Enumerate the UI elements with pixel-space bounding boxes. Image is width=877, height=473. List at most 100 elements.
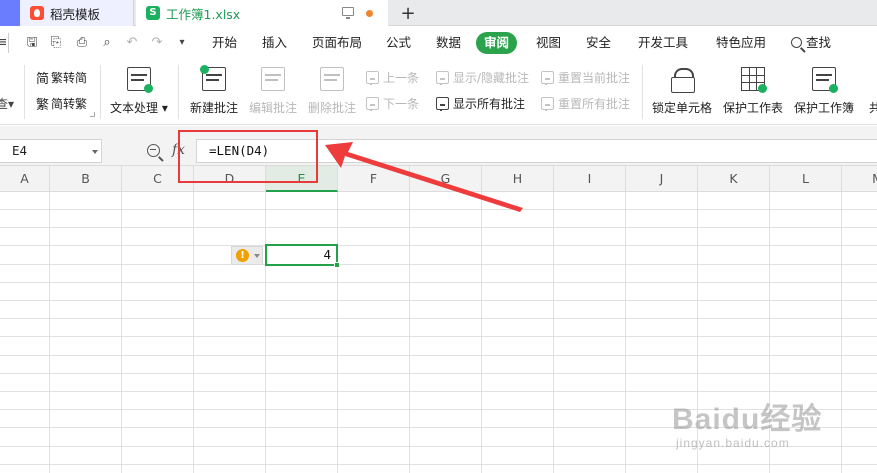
chevron-down-icon [254, 254, 260, 258]
tab-docer-label: 稻壳模板 [50, 6, 101, 22]
formula-bar: E4 fx =LEN(D4) [0, 136, 877, 166]
tab-workbook[interactable]: S 工作簿1.xlsx [136, 0, 388, 26]
group-expand-icon[interactable] [90, 112, 95, 117]
print-icon[interactable]: ⎙ [74, 35, 90, 51]
column-header-l[interactable]: L [770, 166, 842, 192]
column-header-g[interactable]: G [410, 166, 482, 192]
column-header-m[interactable]: M [842, 166, 877, 192]
menu-page-layout[interactable]: 页面布局 [312, 27, 362, 59]
grid-row-line [0, 300, 877, 301]
active-cell-e4[interactable]: 4 [265, 244, 338, 266]
new-comment-label: 新建批注 [190, 101, 239, 115]
previous-comment-button[interactable]: 上一条 [366, 69, 419, 86]
menu-special-features[interactable]: 特色应用 [716, 27, 766, 59]
text-processing-icon [126, 67, 153, 93]
delete-comment-button[interactable]: 删除批注 [308, 67, 356, 116]
grid-row-line [0, 264, 877, 265]
menu-developer-tools[interactable]: 开发工具 [638, 27, 688, 59]
name-box-dropdown-icon[interactable] [92, 150, 98, 154]
quick-access-divider [8, 33, 9, 53]
show-hide-comment-button[interactable]: 显示/隐藏批注 [436, 69, 529, 86]
grid-row-line [0, 318, 877, 319]
menu-data[interactable]: 数据 [436, 27, 461, 59]
menu-formulas[interactable]: 公式 [386, 27, 411, 59]
delete-comment-icon [320, 67, 344, 91]
undo-icon[interactable]: ↶ [124, 35, 140, 51]
share-icon [863, 67, 877, 91]
column-header-b[interactable]: B [50, 166, 122, 192]
column-header-j[interactable]: J [626, 166, 698, 192]
menu-search[interactable]: 查找 [791, 27, 831, 59]
zoom-out-icon[interactable] [147, 144, 160, 157]
menu-security[interactable]: 安全 [586, 27, 611, 59]
ribbon-left-partial-button[interactable]: 查 ▾ [0, 95, 14, 112]
reset-current-comment-button[interactable]: 重置当前批注 [541, 69, 630, 86]
next-comment-label: 下一条 [383, 97, 420, 111]
grid-row-line [0, 209, 877, 210]
menu-view[interactable]: 视图 [536, 27, 561, 59]
column-header-k[interactable]: K [698, 166, 770, 192]
baidu-watermark: Baidu经验 jingyan.baidu.com [672, 392, 872, 470]
customize-dropdown-icon[interactable]: ▾ [174, 35, 190, 51]
protect-workbook-button[interactable]: 保护工作簿 [794, 67, 854, 116]
print-preview-icon[interactable]: ⌕ [99, 35, 115, 51]
redo-icon[interactable]: ↷ [149, 35, 165, 51]
trad-to-simp-icon: 简 [36, 72, 50, 87]
show-all-comments-icon [436, 97, 449, 111]
add-badge-icon [200, 65, 209, 74]
fill-handle[interactable] [334, 262, 340, 268]
spreadsheet-icon: S [146, 6, 160, 20]
edit-comment-button[interactable]: 编辑批注 [249, 67, 297, 116]
column-header-h[interactable]: H [482, 166, 554, 192]
ribbon-divider [100, 65, 101, 119]
tab-workbook-label: 工作簿1.xlsx [166, 6, 241, 22]
new-tab-button[interactable]: + [396, 0, 420, 26]
unsaved-dot-icon[interactable] [366, 10, 373, 17]
grid-column-line [337, 192, 338, 473]
name-box[interactable]: E4 [0, 139, 102, 163]
protect-sheet-label: 保护工作表 [723, 101, 784, 115]
reset-all-comments-button[interactable]: 重置所有批注 [541, 95, 630, 112]
new-comment-button[interactable]: 新建批注 [190, 65, 239, 116]
watermark-brand: Baidu经验 [672, 403, 823, 436]
simp-to-trad-icon: 繁 [36, 98, 50, 113]
save-icon[interactable]: 🖫 [24, 35, 40, 51]
grid-column-line [553, 192, 554, 473]
review-ribbon: 查 ▾ 简 繁转简 繁 简转繁 文本处理 ▾ 新建批注 编辑批注 删除批注 上一条… [0, 59, 877, 125]
menu-home[interactable]: 开始 [212, 27, 237, 59]
protect-workbook-label: 保护工作簿 [794, 101, 855, 115]
reset-current-comment-icon [541, 71, 554, 85]
lock-badge-icon [829, 84, 838, 93]
reset-all-comments-label: 重置所有批注 [558, 97, 631, 111]
edit-comment-icon [261, 67, 285, 91]
ribbon-left-partial-label: 查 [0, 97, 9, 111]
text-processing-label: 文本处理 [110, 101, 159, 115]
show-all-comments-button[interactable]: 显示所有批注 [436, 95, 525, 112]
simp-to-trad-button[interactable]: 繁 简转繁 [36, 94, 87, 113]
next-comment-button[interactable]: 下一条 [366, 95, 419, 112]
text-processing-button[interactable]: 文本处理 ▾ [110, 67, 168, 116]
reset-all-comments-icon [541, 97, 554, 111]
lock-cell-label: 锁定单元格 [652, 101, 713, 115]
tab-home-partial[interactable] [0, 0, 20, 26]
menu-insert[interactable]: 插入 [262, 27, 287, 59]
delete-comment-label: 删除批注 [308, 101, 357, 115]
grid-row-line [0, 336, 877, 337]
share-workbook-button-partial[interactable]: 共 [863, 67, 877, 116]
trad-to-simp-button[interactable]: 简 繁转简 [36, 68, 87, 87]
tab-docer-templates[interactable]: 稻壳模板 [20, 0, 134, 26]
menu-review[interactable]: 审阅 [476, 32, 518, 54]
warning-icon: ! [236, 249, 249, 262]
column-header-f[interactable]: F [338, 166, 410, 192]
column-header-i[interactable]: I [554, 166, 626, 192]
error-check-tag[interactable]: ! [231, 246, 263, 265]
ribbon-formula-gap [0, 126, 877, 136]
grid-column-line [409, 192, 410, 473]
lock-icon [670, 67, 695, 93]
monitor-icon[interactable] [342, 7, 354, 19]
protect-sheet-button[interactable]: 保护工作表 [723, 67, 783, 116]
column-header-a[interactable]: A [0, 166, 50, 192]
lock-cell-button[interactable]: 锁定单元格 [652, 67, 712, 116]
grid-row-line [0, 245, 877, 246]
export-icon[interactable]: ⎘ [48, 35, 64, 51]
